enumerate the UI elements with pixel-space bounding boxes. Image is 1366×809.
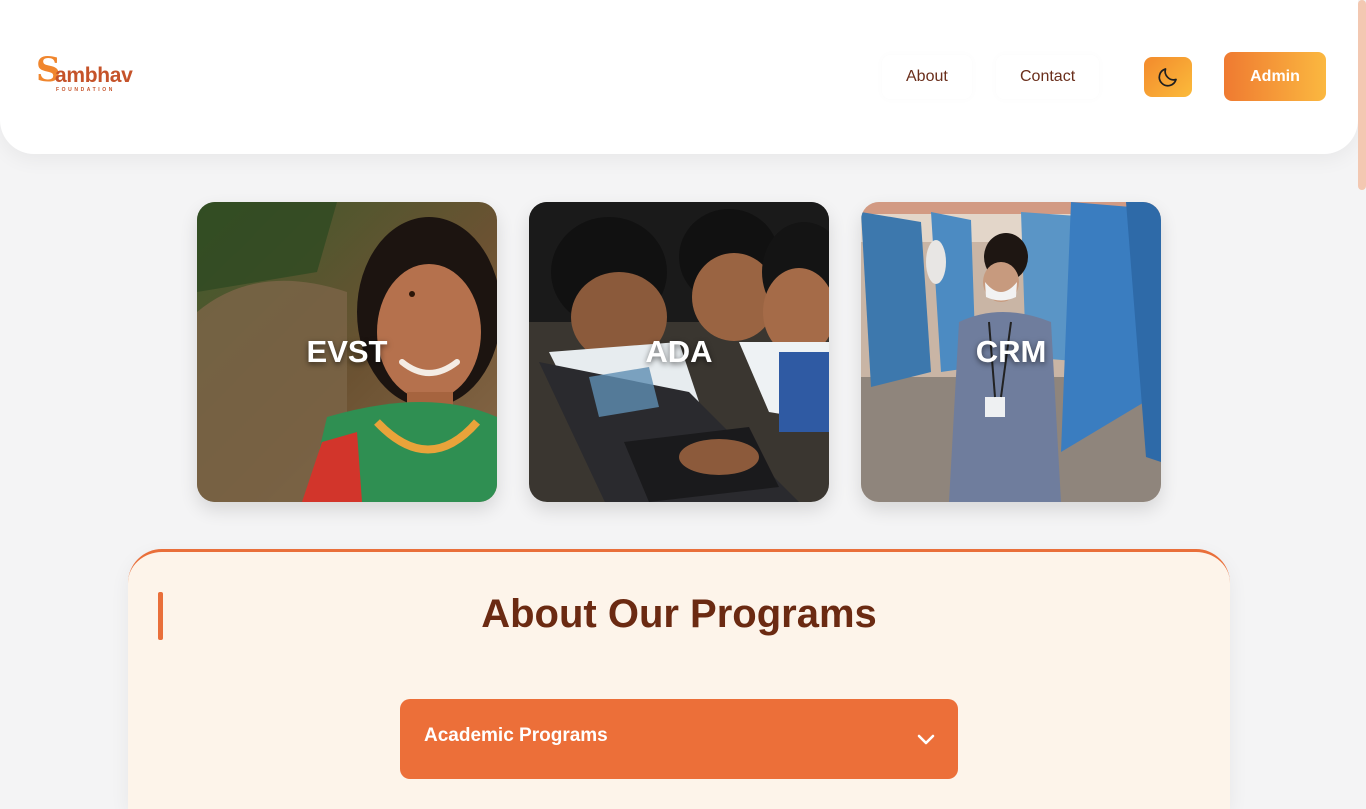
program-card-label: ADA (645, 334, 713, 369)
page-scrollbar[interactable] (1358, 0, 1366, 768)
program-card-label: CRM (975, 334, 1047, 369)
program-card-label: EVST (306, 334, 388, 369)
nav-about-link[interactable]: About (882, 55, 972, 99)
sambhav-logo[interactable]: S ambhav FOUNDATION (36, 52, 133, 96)
program-card-ada[interactable]: ADA (529, 202, 829, 502)
section-title: About Our Programs (481, 592, 877, 636)
logo-subtitle: FOUNDATION (56, 87, 115, 93)
chevron-down-icon (917, 734, 935, 745)
accordion-title: Academic Programs (424, 725, 608, 746)
nav-contact-link[interactable]: Contact (996, 55, 1100, 99)
logo-word: ambhav (55, 64, 133, 87)
program-card-crm[interactable]: CRM (861, 202, 1161, 502)
theme-toggle-button[interactable] (1144, 57, 1192, 97)
site-header: S ambhav FOUNDATION About Contact Admin (0, 0, 1358, 154)
accordion-academic-programs[interactable]: Academic Programs (400, 699, 958, 779)
admin-button[interactable]: Admin (1224, 52, 1326, 101)
about-programs-section: About Our Programs Academic Programs (128, 549, 1230, 809)
moon-icon (1158, 68, 1177, 87)
scrollbar-thumb[interactable] (1358, 0, 1366, 190)
program-card-evst[interactable]: EVST (197, 202, 497, 502)
